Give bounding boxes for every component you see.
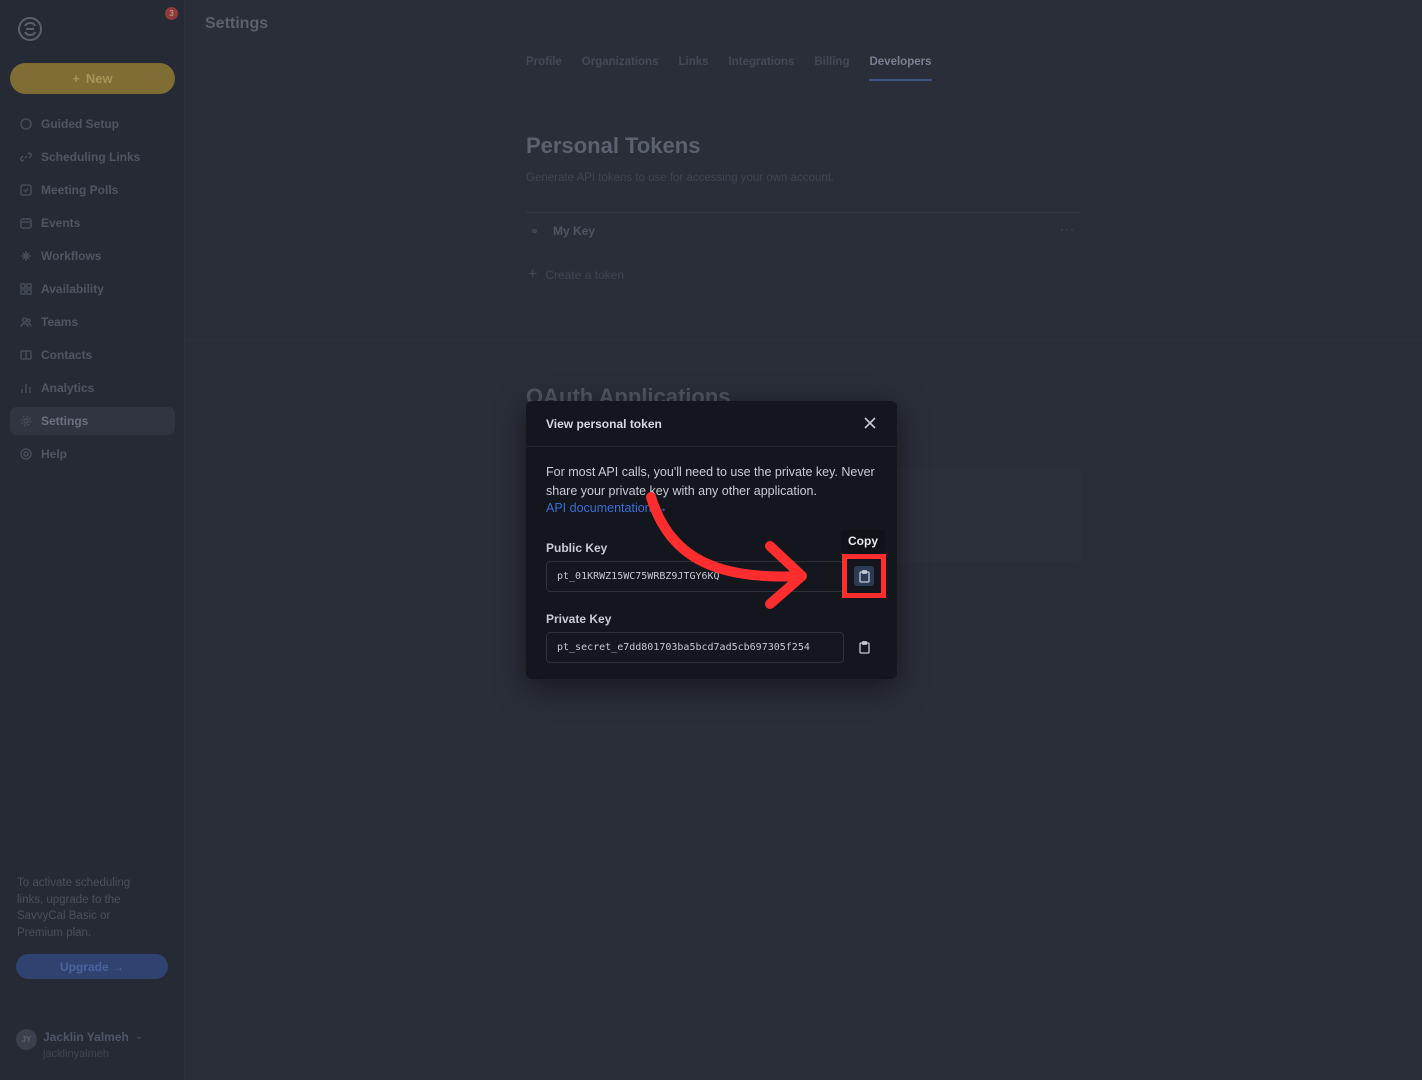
help-icon <box>20 448 32 460</box>
sidebar-item-label: Scheduling Links <box>41 150 141 164</box>
sidebar-item-availability[interactable]: Availability <box>10 275 175 303</box>
sidebar-item-scheduling-links[interactable]: Scheduling Links <box>10 143 175 171</box>
key-icon: ⚭ <box>530 226 540 238</box>
sidebar-item-label: Workflows <box>41 249 102 263</box>
token-row[interactable]: ⚭ My Key ··· <box>526 222 1081 242</box>
section-divider <box>186 340 1422 341</box>
sidebar-item-label: Meeting Polls <box>41 183 119 197</box>
sidebar-item-label: Events <box>41 216 81 230</box>
tab-links[interactable]: Links <box>678 56 708 81</box>
sidebar-nav: Guided Setup Scheduling Links Meeting Po… <box>10 110 175 473</box>
chevron-down-icon: ⌄ <box>135 1031 144 1042</box>
sidebar-item-label: Settings <box>41 414 89 428</box>
sidebar-item-analytics[interactable]: Analytics <box>10 374 175 402</box>
notification-badge[interactable]: 3 <box>165 7 178 20</box>
more-options-icon[interactable]: ··· <box>1060 222 1075 236</box>
modal-header: View personal token <box>526 401 897 447</box>
savvycal-logo-icon[interactable] <box>17 16 43 42</box>
plus-icon: + <box>528 266 538 283</box>
sidebar-item-teams[interactable]: Teams <box>10 308 175 336</box>
divider <box>526 212 1081 213</box>
link-icon <box>19 151 33 163</box>
sidebar-item-label: Help <box>41 447 68 461</box>
create-token-button[interactable]: + Create a token <box>528 266 624 284</box>
circle-icon <box>20 118 32 130</box>
bar-chart-icon <box>20 382 32 394</box>
modal-description: For most API calls, you'll need to use t… <box>546 465 875 498</box>
user-name: Jacklin Yalmeh <box>43 1030 129 1044</box>
copy-private-key-button[interactable] <box>854 637 874 657</box>
sidebar-item-label: Teams <box>41 315 79 329</box>
upgrade-note: To activate scheduling links, upgrade to… <box>17 877 131 939</box>
sidebar: 3 + New Guided Setup Scheduling Links Me… <box>0 0 185 1080</box>
calendar-icon <box>20 217 32 229</box>
settings-tabs: Profile Organizations Links Integrations… <box>526 56 932 81</box>
sidebar-item-guided-setup[interactable]: Guided Setup <box>10 110 175 138</box>
sidebar-item-label: Contacts <box>41 348 93 362</box>
poll-icon <box>20 184 32 196</box>
sidebar-item-events[interactable]: Events <box>10 209 175 237</box>
token-name: My Key <box>553 224 596 238</box>
sparkle-icon <box>20 250 32 262</box>
new-button[interactable]: + New <box>10 63 175 94</box>
upgrade-button[interactable]: Upgrade → <box>16 954 168 979</box>
sidebar-item-workflows[interactable]: Workflows <box>10 242 175 270</box>
plus-icon: + <box>72 71 80 86</box>
personal-tokens-title: Personal Tokens <box>526 133 701 158</box>
public-key-label: Public Key <box>546 541 608 555</box>
users-icon <box>20 316 32 328</box>
page-title: Settings <box>205 15 269 32</box>
sidebar-item-settings[interactable]: Settings <box>10 407 175 435</box>
sidebar-item-contacts[interactable]: Contacts <box>10 341 175 369</box>
tab-integrations[interactable]: Integrations <box>729 56 795 81</box>
private-key-field[interactable]: pt_secret_e7dd801703ba5bcd7ad5cb697305f2… <box>546 632 844 663</box>
highlight-box <box>842 554 886 598</box>
tab-profile[interactable]: Profile <box>526 56 562 81</box>
clipboard-icon <box>858 640 870 654</box>
close-icon[interactable] <box>863 416 877 430</box>
user-handle: jacklinyalmeh <box>43 1048 110 1060</box>
public-key-field[interactable]: pt_01KRWZ15WC75WRBZ9JTGY6KQ <box>546 561 844 592</box>
private-key-label: Private Key <box>546 612 612 626</box>
modal-title: View personal token <box>546 416 662 431</box>
avatar: JY <box>16 1029 37 1050</box>
api-documentation-link[interactable]: API documentation → <box>546 501 668 515</box>
sidebar-item-label: Guided Setup <box>41 117 119 131</box>
create-token-label: Create a token <box>545 268 625 282</box>
copy-tooltip: Copy <box>841 530 885 553</box>
sidebar-item-label: Availability <box>41 282 104 296</box>
personal-tokens-subtitle: Generate API tokens to use for accessing… <box>526 172 835 184</box>
tab-organizations[interactable]: Organizations <box>582 56 659 81</box>
new-button-label: New <box>85 71 113 86</box>
sidebar-item-label: Analytics <box>41 381 95 395</box>
tab-developers[interactable]: Developers <box>869 56 932 81</box>
oauth-panel <box>880 468 1082 562</box>
sidebar-item-help[interactable]: Help <box>10 440 175 468</box>
contacts-icon <box>20 349 32 361</box>
grid-icon <box>20 283 32 295</box>
sidebar-item-meeting-polls[interactable]: Meeting Polls <box>10 176 175 204</box>
gear-icon <box>20 415 32 427</box>
tab-billing[interactable]: Billing <box>814 56 849 81</box>
